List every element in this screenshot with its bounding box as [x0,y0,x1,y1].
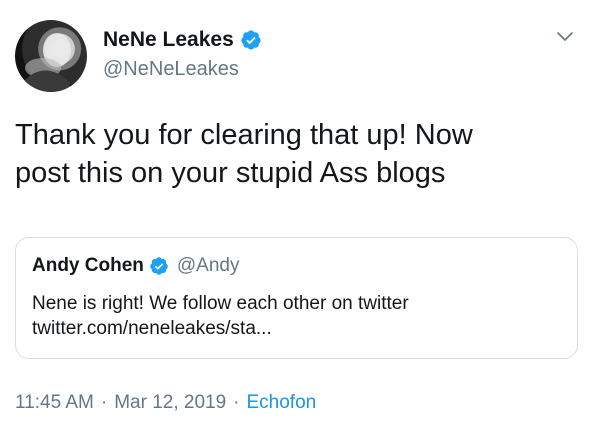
quoted-tweet[interactable]: Andy Cohen @Andy Nene is right! We follo… [15,237,578,359]
tweet-meta: 11:45 AM · Mar 12, 2019 · Echofon [15,392,316,414]
tweet-header: NeNe Leakes @NeNeLeakes [15,20,585,94]
author-name-row: NeNe Leakes [103,26,262,54]
tweet-source-link[interactable]: Echofon [247,392,317,414]
author-handle[interactable]: @NeNeLeakes [103,58,262,81]
verified-badge-icon [240,29,262,51]
tweet-text: Thank you for clearing that up! Now post… [15,119,473,189]
quoted-tweet-header: Andy Cohen @Andy [32,255,240,277]
tweet-date[interactable]: Mar 12, 2019 [114,392,226,414]
meta-separator: · [233,392,240,413]
avatar-photo [25,33,71,92]
chevron-down-icon[interactable] [555,30,575,44]
quoted-author-handle: @Andy [176,255,240,276]
quoted-author-name: Andy Cohen [32,255,144,276]
quoted-tweet-text: Nene is right! We follow each other on t… [32,293,409,339]
author-display-name[interactable]: NeNe Leakes [103,28,234,52]
author-names: NeNe Leakes @NeNeLeakes [103,26,262,81]
verified-badge-icon [149,256,169,276]
tweet-card: NeNe Leakes @NeNeLeakes Thank you for cl… [0,0,595,436]
tweet-time[interactable]: 11:45 AM [15,392,94,414]
avatar[interactable] [15,20,87,92]
meta-separator: · [100,392,108,413]
